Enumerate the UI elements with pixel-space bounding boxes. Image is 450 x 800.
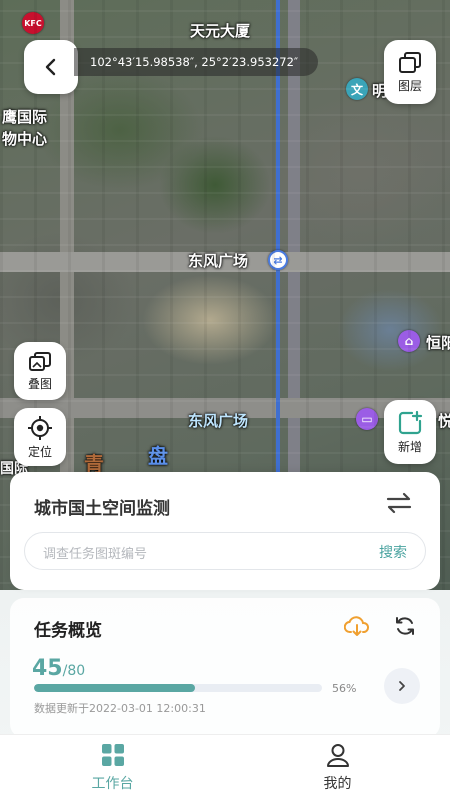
kfc-icon: KFC — [22, 12, 44, 34]
coordinate-readout: 102°43′15.98538″, 25°2′23.953272″ — [74, 48, 318, 76]
map-label-tianyuan: 天元大厦 — [190, 22, 251, 40]
tab-workbench-label: 工作台 — [91, 775, 134, 792]
add-label: 新增 — [397, 439, 422, 454]
progress-track — [34, 684, 322, 692]
search-card: 城市国土空间监测 调查任务图斑编号 搜索 — [10, 472, 440, 590]
chevron-right-icon — [399, 681, 405, 691]
search-field[interactable]: 调查任务图斑编号 搜索 — [24, 532, 426, 570]
layers-icon — [399, 51, 421, 73]
overlay-label: 叠图 — [27, 376, 52, 391]
progress-detail-button[interactable] — [384, 668, 420, 704]
add-square-icon — [398, 410, 423, 434]
refresh-icon[interactable] — [394, 615, 416, 637]
progress-fill — [34, 684, 196, 692]
search-button[interactable]: 搜索 — [379, 542, 407, 562]
add-button[interactable]: 新增 — [384, 400, 436, 464]
panel-title: 城市国土空间监测 — [34, 499, 170, 519]
bottom-tabbar: 工作台 我的 — [0, 734, 450, 800]
chevron-left-icon — [45, 58, 56, 76]
map-label-heng: 恒阳 — [426, 334, 450, 352]
overlay-icon — [29, 351, 51, 371]
map-label-yinghua-1: 鹰国际 — [2, 108, 48, 126]
map-label-dongfeng-road: 东风广场 — [188, 252, 249, 270]
map-label-yue: 悦 — [438, 412, 450, 430]
overview-title: 任务概览 — [34, 621, 102, 641]
progress-count: 45/80 — [32, 656, 85, 681]
overlay-button[interactable]: 叠图 — [14, 342, 66, 400]
shopping-poi-icon[interactable]: ⌂ — [398, 330, 420, 352]
kfc-label: KFC — [24, 18, 42, 28]
progress-percent: 56% — [332, 682, 357, 695]
workbench-grid-icon — [101, 743, 124, 766]
user-icon — [326, 743, 349, 767]
back-button[interactable] — [24, 40, 78, 94]
search-input[interactable]: 调查任务图斑编号 — [43, 543, 147, 562]
crosshair-icon — [28, 415, 52, 440]
hotel-poi-icon[interactable]: ▭ — [356, 408, 378, 430]
locate-button[interactable]: 定位 — [14, 408, 66, 466]
tab-mine-label: 我的 — [323, 775, 352, 792]
update-time: 数据更新于2022-03-01 12:00:31 — [34, 702, 206, 715]
transit-icon[interactable]: ⇄ — [268, 250, 288, 270]
map-label-yinghua-2: 物中心 — [2, 130, 48, 148]
progress-total: /80 — [62, 663, 86, 679]
tab-mine[interactable]: 我的 — [225, 735, 450, 800]
task-overview-card: 任务概览 45/80 56% 数据更新于2022-03-01 12:00:31 — [10, 598, 440, 738]
map-label-pan: 盘 — [148, 444, 168, 468]
locate-label: 定位 — [27, 444, 52, 459]
culture-poi-icon[interactable]: 文 — [346, 78, 368, 100]
progress-done: 45 — [32, 656, 63, 681]
cloud-download-icon[interactable] — [344, 615, 370, 637]
tab-workbench[interactable]: 工作台 — [0, 735, 225, 800]
swap-icon[interactable] — [386, 492, 412, 514]
layers-button[interactable]: 图层 — [384, 40, 436, 104]
layers-label: 图层 — [397, 78, 422, 93]
map-label-dongfeng-area: 东风广场 — [188, 412, 249, 430]
